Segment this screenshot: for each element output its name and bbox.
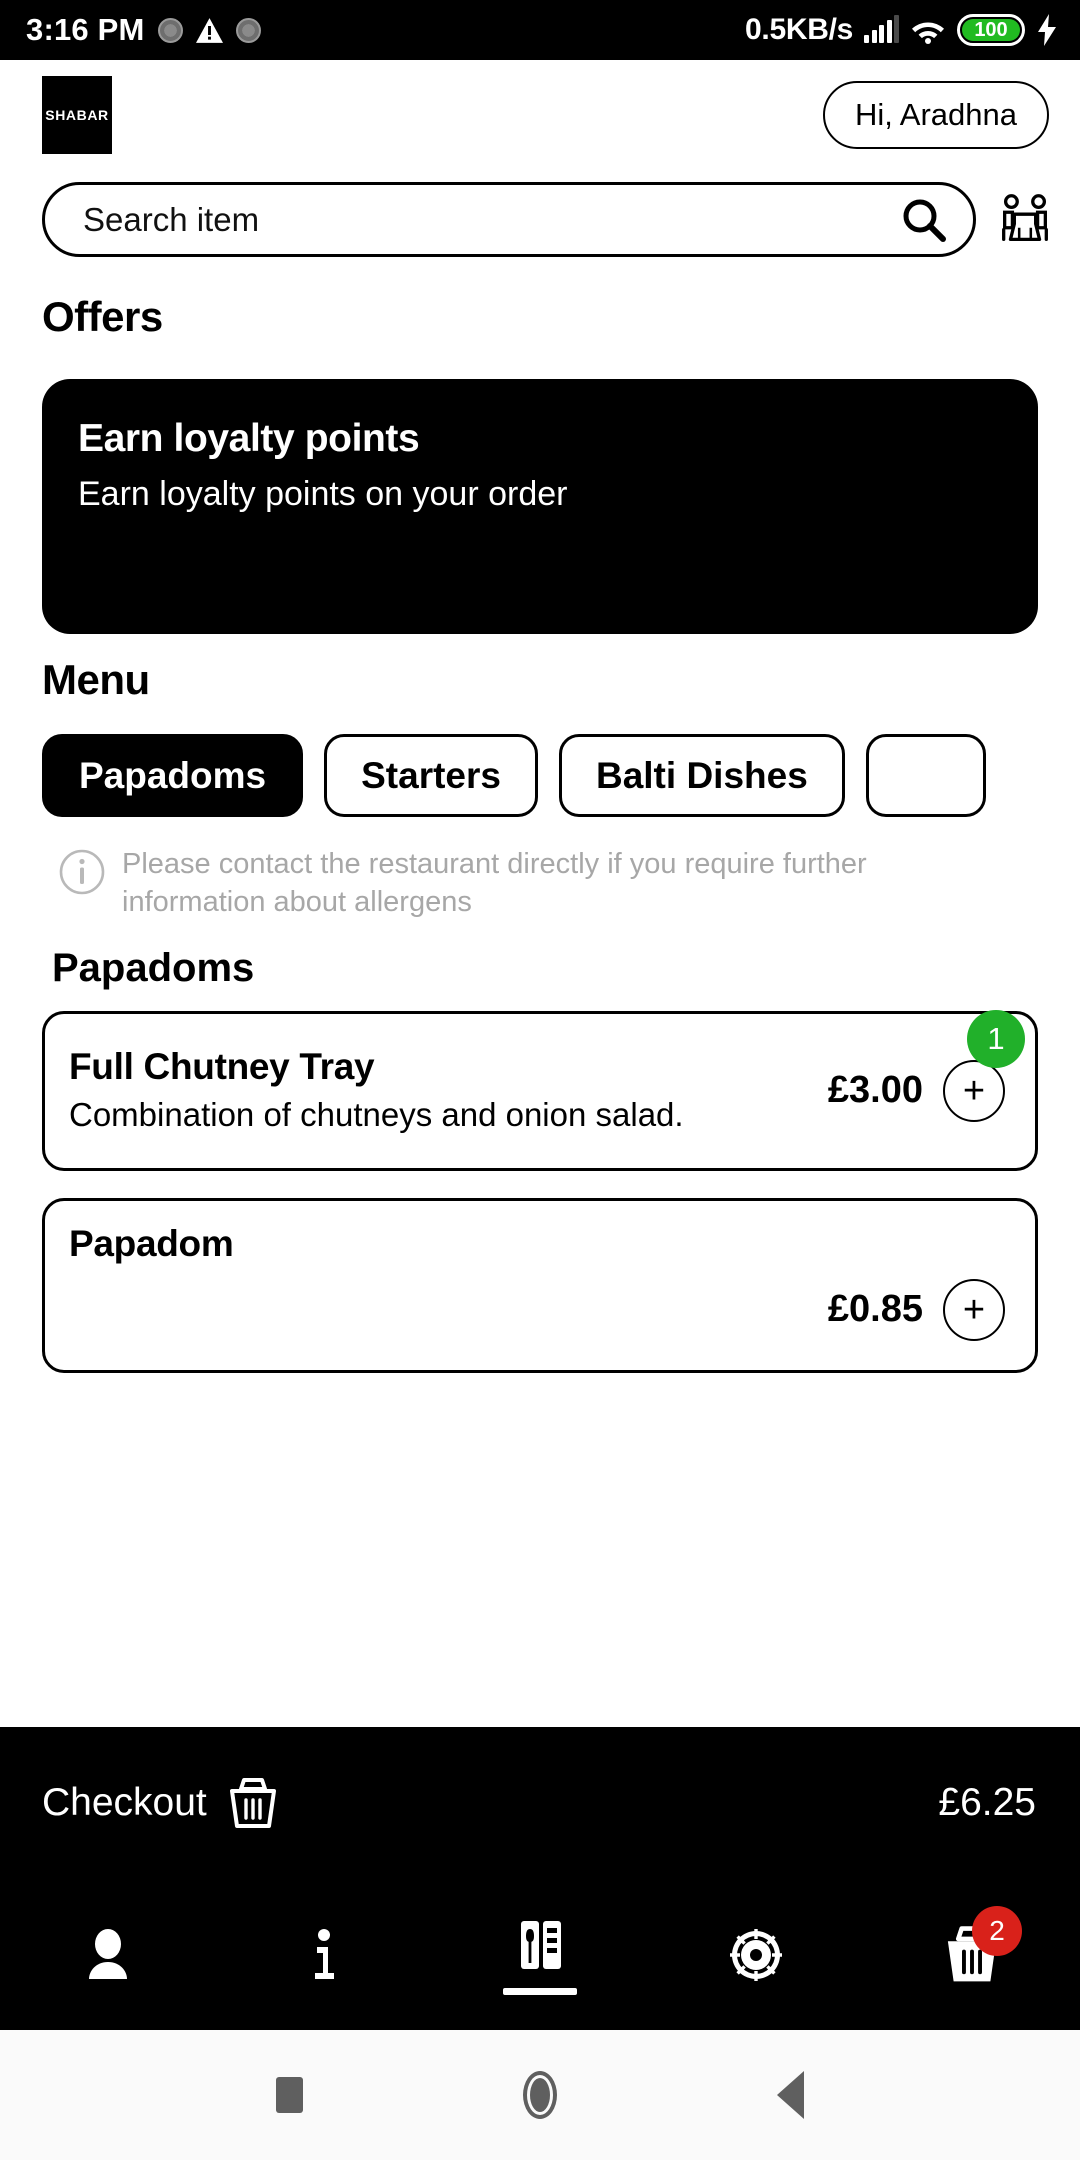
warning-triangle-icon xyxy=(195,17,223,43)
brand-logo: SHABAR xyxy=(42,76,112,154)
menu-item-name: Full Chutney Tray xyxy=(69,1045,375,1087)
nav-item-basket[interactable]: 2 xyxy=(872,1900,1072,2010)
menu-tab-balti-dishes[interactable]: Balti Dishes xyxy=(558,734,845,817)
offers-section-title: Offers xyxy=(42,293,163,340)
loading-dot-icon xyxy=(157,17,183,43)
table-booking-icon[interactable] xyxy=(994,189,1056,251)
person-icon xyxy=(89,1928,127,1979)
gear-icon xyxy=(730,1928,782,1981)
status-bar-left: 3:16 PM xyxy=(26,12,261,48)
offer-card-title: Earn loyalty points xyxy=(78,417,420,460)
app-header: SHABAR Hi, Aradhna xyxy=(0,60,1080,170)
nav-active-underline xyxy=(503,1987,577,1995)
wifi-icon xyxy=(912,22,944,44)
category-heading: Papadoms xyxy=(52,945,255,990)
checkout-label: Checkout xyxy=(42,1781,207,1824)
status-bar-clock: 3:16 PM xyxy=(26,12,145,47)
back-triangle-icon[interactable] xyxy=(777,2071,804,2119)
item-quantity-badge: 1 xyxy=(967,1009,1025,1068)
menu-item-price: £3.00 xyxy=(827,1069,923,1112)
menu-tab-next[interactable] xyxy=(865,734,986,817)
allergen-notice-text: Please contact the restaurant directly i… xyxy=(122,848,867,919)
menu-tabs[interactable]: Papadoms Starters Balti Dishes xyxy=(0,734,1080,817)
menu-item-list: Full Chutney Tray Combination of chutney… xyxy=(0,1009,1080,1373)
menu-item-info: Papadom xyxy=(69,1223,828,1271)
info-icon xyxy=(315,1928,334,1979)
menu-item-card[interactable]: Papadom £0.85 + xyxy=(42,1197,1038,1373)
menu-item-actions: £0.85 + xyxy=(827,1278,1005,1341)
offers-strip: Earn loyalty points Earn loyalty points … xyxy=(0,379,1080,634)
info-icon xyxy=(59,849,105,895)
offer-card-subtitle: Earn loyalty points on your order xyxy=(78,475,568,513)
allergen-notice: Please contact the restaurant directly i… xyxy=(0,845,1080,922)
battery-level-label: 100 xyxy=(962,19,1020,41)
greeting-button[interactable]: Hi, Aradhna xyxy=(823,81,1049,149)
menu-item-card[interactable]: Full Chutney Tray Combination of chutney… xyxy=(42,1009,1038,1171)
status-bar-right: 0.5KB/s 100 xyxy=(745,13,1058,47)
checkout-left[interactable]: Checkout xyxy=(42,1776,279,1830)
checkout-total: £6.25 xyxy=(938,1781,1036,1824)
menu-item-info: Full Chutney Tray Combination of chutney… xyxy=(69,1046,828,1136)
basket-icon xyxy=(229,1778,276,1828)
menu-item-actions: £3.00 + xyxy=(827,1059,1005,1122)
recents-square-icon[interactable] xyxy=(276,2077,303,2113)
add-item-button[interactable]: + xyxy=(943,1059,1005,1122)
home-circle-icon[interactable] xyxy=(523,2071,557,2119)
brand-logo-text: SHABAR xyxy=(45,107,109,123)
menu-tab-starters[interactable]: Starters xyxy=(324,734,538,817)
search-icon[interactable] xyxy=(901,197,947,243)
battery-icon: 100 xyxy=(957,14,1025,46)
menu-item-description: Combination of chutneys and onion salad. xyxy=(69,1095,684,1133)
menu-section-title: Menu xyxy=(42,656,150,703)
basket-count-badge: 2 xyxy=(972,1905,1022,1956)
search-row xyxy=(0,182,1080,257)
network-speed-label: 0.5KB/s xyxy=(745,13,853,46)
nav-item-info[interactable] xyxy=(224,1900,424,2010)
nav-item-settings[interactable] xyxy=(656,1900,856,2010)
checkout-bar[interactable]: Checkout £6.25 xyxy=(0,1727,1080,1879)
offer-card[interactable]: Earn loyalty points Earn loyalty points … xyxy=(42,379,1038,634)
menu-item-name: Papadom xyxy=(69,1222,234,1264)
charging-bolt-icon xyxy=(1038,14,1056,46)
menu-item-price: £0.85 xyxy=(827,1288,923,1331)
status-bar: 3:16 PM 0.5KB/s 100 xyxy=(0,0,1080,60)
system-nav-bar xyxy=(0,2030,1080,2160)
loading-dot-icon xyxy=(235,17,261,43)
menu-tab-papadoms[interactable]: Papadoms xyxy=(42,734,304,817)
signal-bars-icon xyxy=(864,15,899,43)
menu-cutlery-icon xyxy=(521,1920,561,1969)
search-field[interactable] xyxy=(42,182,976,257)
search-input[interactable] xyxy=(83,200,891,239)
add-item-button[interactable]: + xyxy=(943,1278,1005,1341)
nav-item-account[interactable] xyxy=(8,1900,208,2010)
nav-item-menu[interactable] xyxy=(440,1900,640,2010)
bottom-nav: 2 xyxy=(0,1879,1080,2030)
